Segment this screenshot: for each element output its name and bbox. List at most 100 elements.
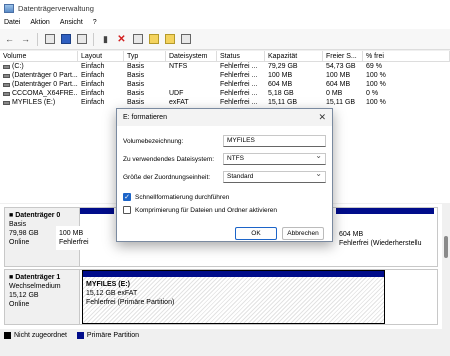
legend: Nicht zugeordnet Primäre Partition xyxy=(0,329,450,341)
optical-drive-icon xyxy=(3,91,10,96)
col-prozent-frei[interactable]: % frei xyxy=(363,50,450,62)
window-title: Datenträgerverwaltung xyxy=(18,3,94,13)
scrollbar-thumb[interactable] xyxy=(444,236,448,258)
cell-volume: (Datenträger 0 Part... xyxy=(12,72,78,79)
table-row[interactable]: (C:) Einfach Basis NTFS Fehlerfrei ... 7… xyxy=(0,62,450,71)
partition-myfiles[interactable]: MYFILES (E:) 15,12 GB exFAT Fehlerfrei (… xyxy=(82,270,385,324)
cell-prozent-frei: 100 % xyxy=(366,81,386,88)
view-icon[interactable] xyxy=(43,33,56,46)
menu-datei[interactable]: Datei xyxy=(4,19,20,26)
properties-icon[interactable] xyxy=(75,33,88,46)
new-icon[interactable] xyxy=(147,33,160,46)
cell-volume: CCCOMA_X64FRE... xyxy=(12,90,78,97)
cell-layout: Einfach xyxy=(81,90,105,97)
col-kapazitaet[interactable]: Kapazität xyxy=(265,50,323,62)
cell-typ: Basis xyxy=(127,81,145,88)
col-volume[interactable]: Volume xyxy=(0,50,78,62)
connect-icon[interactable]: ▮ xyxy=(99,33,112,46)
volume-label-input[interactable]: MYFILES xyxy=(223,135,326,147)
cell-status: Fehlerfrei ... xyxy=(220,90,258,97)
scrollbar[interactable] xyxy=(442,204,450,329)
toolbar-separator xyxy=(93,32,94,46)
legend-swatch xyxy=(76,331,84,339)
check-icon[interactable] xyxy=(131,33,144,46)
cell-kapazitaet: 15,11 GB xyxy=(268,99,298,106)
cell-freier-speicher: 0 MB xyxy=(326,90,343,97)
partition-size: 15,12 GB exFAT xyxy=(86,290,138,297)
menu-help[interactable]: ? xyxy=(93,19,97,26)
cell-dateisystem xyxy=(166,71,217,80)
volume-label-label: Volumebezeichnung: xyxy=(123,137,184,145)
partition-name: MYFILES (E:) xyxy=(86,281,130,288)
menu-aktion[interactable]: Aktion xyxy=(30,19,49,26)
disk-row[interactable]: ■ Datenträger 1 Wechselmedium 15,12 GB O… xyxy=(4,269,438,325)
partition-100mb[interactable]: 100 MB Fehlerfrei xyxy=(56,226,116,256)
forward-icon[interactable]: → xyxy=(19,33,32,46)
partition-size: 100 MB xyxy=(59,230,84,237)
cell-freier-speicher: 100 MB xyxy=(326,72,351,79)
quick-format-checkbox[interactable]: ✓ Schnellformatierung durchführen xyxy=(123,193,229,201)
partition-604mb[interactable]: 604 MB Fehlerfrei (Wiederherstellu xyxy=(336,208,434,266)
cell-layout: Einfach xyxy=(81,72,105,79)
legend-swatch xyxy=(4,331,11,339)
alloc-size-label: Größe der Zuordnungseinheit: xyxy=(123,173,211,181)
compression-label: Komprimierung für Dateien und Ordner akt… xyxy=(135,206,277,214)
legend-item: Nicht zugeordnet xyxy=(4,331,67,339)
disk-size: 15,12 GB xyxy=(9,292,39,299)
cell-layout: Einfach xyxy=(81,81,105,88)
menu-ansicht[interactable]: Ansicht xyxy=(60,19,83,26)
alloc-size-select[interactable]: Standard xyxy=(223,169,326,183)
table-row[interactable]: (Datenträger 0 Part... Einfach Basis Feh… xyxy=(0,80,450,89)
cell-dateisystem: UDF xyxy=(169,90,184,97)
col-dateisystem[interactable]: Dateisystem xyxy=(166,50,217,62)
help-icon[interactable] xyxy=(59,33,72,46)
cell-kapazitaet: 604 MB xyxy=(268,81,293,88)
partition-status: Fehlerfrei xyxy=(59,239,89,246)
format-dialog: E: formatieren ✕ Volumebezeichnung: MYFI… xyxy=(116,108,333,242)
disk-name: ■ Datenträger 0 xyxy=(9,212,61,219)
filesystem-select[interactable]: NTFS xyxy=(223,151,326,165)
checkbox-unchecked-icon[interactable] xyxy=(123,206,131,214)
alloc-size-row: Größe der Zuordnungseinheit: Standard xyxy=(123,169,326,184)
cell-freier-speicher: 604 MB xyxy=(326,81,351,88)
ok-button[interactable]: OK xyxy=(235,227,277,240)
table-row[interactable]: (Datenträger 0 Part... Einfach Basis Feh… xyxy=(0,71,450,80)
folder-icon[interactable] xyxy=(163,33,176,46)
col-freier-speicher[interactable]: Freier S... xyxy=(323,50,363,62)
filesystem-row: Zu verwendendes Dateisystem: NTFS xyxy=(123,151,326,166)
delete-icon[interactable]: ✕ xyxy=(115,33,128,46)
cell-typ: Basis xyxy=(127,90,145,97)
cell-layout: Einfach xyxy=(81,63,105,70)
cell-layout: Einfach xyxy=(81,99,105,106)
col-typ[interactable]: Typ xyxy=(124,50,166,62)
checkbox-checked-icon[interactable]: ✓ xyxy=(123,193,131,201)
cell-prozent-frei: 0 % xyxy=(366,90,379,97)
disk-label[interactable]: ■ Datenträger 1 Wechselmedium 15,12 GB O… xyxy=(4,269,80,325)
disk-status: Online xyxy=(9,301,30,308)
back-icon[interactable]: ← xyxy=(3,33,16,46)
volume-label-row: Volumebezeichnung: MYFILES xyxy=(123,134,326,148)
col-layout[interactable]: Layout xyxy=(78,50,124,62)
cell-typ: Basis xyxy=(127,63,145,70)
col-status[interactable]: Status xyxy=(217,50,265,62)
cell-status: Fehlerfrei ... xyxy=(220,99,258,106)
drive-icon xyxy=(3,100,10,105)
menu-bar: Datei Aktion Ansicht ? xyxy=(0,16,450,29)
cancel-button[interactable]: Abbrechen xyxy=(282,227,324,240)
partition-status: Fehlerfrei (Wiederherstellu xyxy=(339,240,422,247)
close-icon[interactable]: ✕ xyxy=(318,112,326,123)
dialog-title-bar: E: formatieren ✕ xyxy=(117,109,332,126)
cell-volume: MYFILES (E:) xyxy=(12,99,56,106)
table-row[interactable]: CCCOMA_X64FRE... Einfach Basis UDF Fehle… xyxy=(0,89,450,98)
title-bar: Datenträgerverwaltung xyxy=(0,0,450,16)
volume-icon[interactable] xyxy=(179,33,192,46)
table-row[interactable]: MYFILES (E:) Einfach Basis exFAT Fehlerf… xyxy=(0,98,450,107)
disk-type: Wechselmedium xyxy=(9,283,61,290)
toolbar: ← → ▮ ✕ xyxy=(0,29,450,50)
disk-partitions: MYFILES (E:) 15,12 GB exFAT Fehlerfrei (… xyxy=(80,269,438,325)
cell-dateisystem: NTFS xyxy=(169,63,188,70)
cell-volume: (Datenträger 0 Part... xyxy=(12,81,78,88)
compression-checkbox[interactable]: Komprimierung für Dateien und Ordner akt… xyxy=(123,206,277,214)
filesystem-label: Zu verwendendes Dateisystem: xyxy=(123,155,215,163)
dialog-body: Volumebezeichnung: MYFILES Zu verwendend… xyxy=(117,126,332,243)
